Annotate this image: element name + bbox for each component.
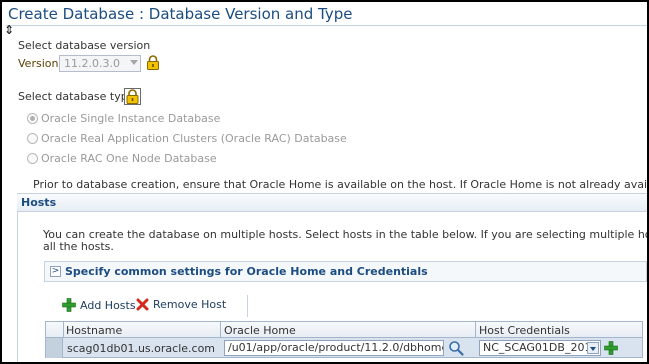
add-hosts-label: Add Hosts xyxy=(80,298,136,312)
remove-host-label: Remove Host xyxy=(153,298,227,311)
oracle-home-notice: Prior to database creation, ensure that … xyxy=(33,178,649,191)
version-field-label: Version xyxy=(18,57,59,70)
radio-button[interactable] xyxy=(27,133,38,144)
expand-toggle-icon[interactable]: > xyxy=(50,266,61,277)
search-icon[interactable] xyxy=(448,340,464,356)
chevron-down-icon[interactable] xyxy=(587,342,599,354)
radio-button[interactable] xyxy=(27,113,38,124)
column-header-host-credentials[interactable]: Host Credentials xyxy=(479,324,570,337)
column-divider xyxy=(220,322,221,339)
table-header: Hostname Oracle Home Host Credentials xyxy=(45,321,643,339)
row-selector[interactable] xyxy=(46,338,63,358)
radio-button[interactable] xyxy=(27,153,38,164)
section-divider xyxy=(17,212,18,362)
create-database-page: Create Database : Database Version and T… xyxy=(0,0,649,364)
radio-label: Oracle RAC One Node Database xyxy=(41,152,217,165)
add-hosts-button[interactable]: Add Hosts xyxy=(62,298,136,312)
lock-icon xyxy=(146,55,160,70)
version-section-label: Select database version xyxy=(18,39,151,52)
db-type-section-label: Select database type xyxy=(18,90,135,103)
hosts-section-header: Hosts xyxy=(17,193,647,212)
column-divider xyxy=(63,322,64,339)
add-credential-icon[interactable] xyxy=(604,341,618,355)
column-header-oracle-home[interactable]: Oracle Home xyxy=(224,324,296,337)
oracle-home-input[interactable]: /u01/app/oracle/product/11.2.0/dbhome_2 xyxy=(224,340,444,356)
page-title: Create Database : Database Version and T… xyxy=(8,5,353,23)
host-credentials-select[interactable]: NC_SCAG01DB_2012 xyxy=(479,340,601,356)
table-row[interactable]: scag01db01.us.oracle.com /u01/app/oracle… xyxy=(45,338,643,358)
chevron-down-icon xyxy=(130,60,138,65)
version-select[interactable]: 11.2.0.3.0 xyxy=(59,55,141,72)
hostname-cell: scag01db01.us.oracle.com xyxy=(67,342,216,355)
host-credentials-value: NC_SCAG01DB_2012 xyxy=(483,341,599,354)
common-settings-label[interactable]: Specify common settings for Oracle Home … xyxy=(65,265,428,278)
hosts-description-cont: all the hosts. xyxy=(43,240,114,253)
radio-label: Oracle Single Instance Database xyxy=(41,112,221,125)
remove-host-button[interactable]: Remove Host xyxy=(136,298,226,311)
radio-rac-one-node[interactable]: Oracle RAC One Node Database xyxy=(27,152,217,165)
version-select-value: 11.2.0.3.0 xyxy=(64,57,120,70)
radio-rac[interactable]: Oracle Real Application Clusters (Oracle… xyxy=(27,132,347,145)
radio-single-instance[interactable]: Oracle Single Instance Database xyxy=(27,112,220,125)
column-header-hostname[interactable]: Hostname xyxy=(66,324,122,337)
hosts-title: Hosts xyxy=(21,196,57,209)
title-divider xyxy=(6,25,647,26)
lock-icon xyxy=(124,88,141,105)
plus-icon xyxy=(62,298,76,312)
hosts-toolbar: Add Hosts Remove Host xyxy=(58,295,248,317)
remove-x-icon xyxy=(136,298,149,311)
common-settings-panel[interactable]: > Specify common settings for Oracle Hom… xyxy=(44,261,647,282)
column-divider xyxy=(475,322,476,339)
radio-label: Oracle Real Application Clusters (Oracle… xyxy=(41,132,347,145)
hosts-description: You can create the database on multiple … xyxy=(43,228,647,241)
hosts-table: Hostname Oracle Home Host Credentials sc… xyxy=(45,321,643,359)
resize-cursor-icon: ⇕ xyxy=(4,23,15,37)
